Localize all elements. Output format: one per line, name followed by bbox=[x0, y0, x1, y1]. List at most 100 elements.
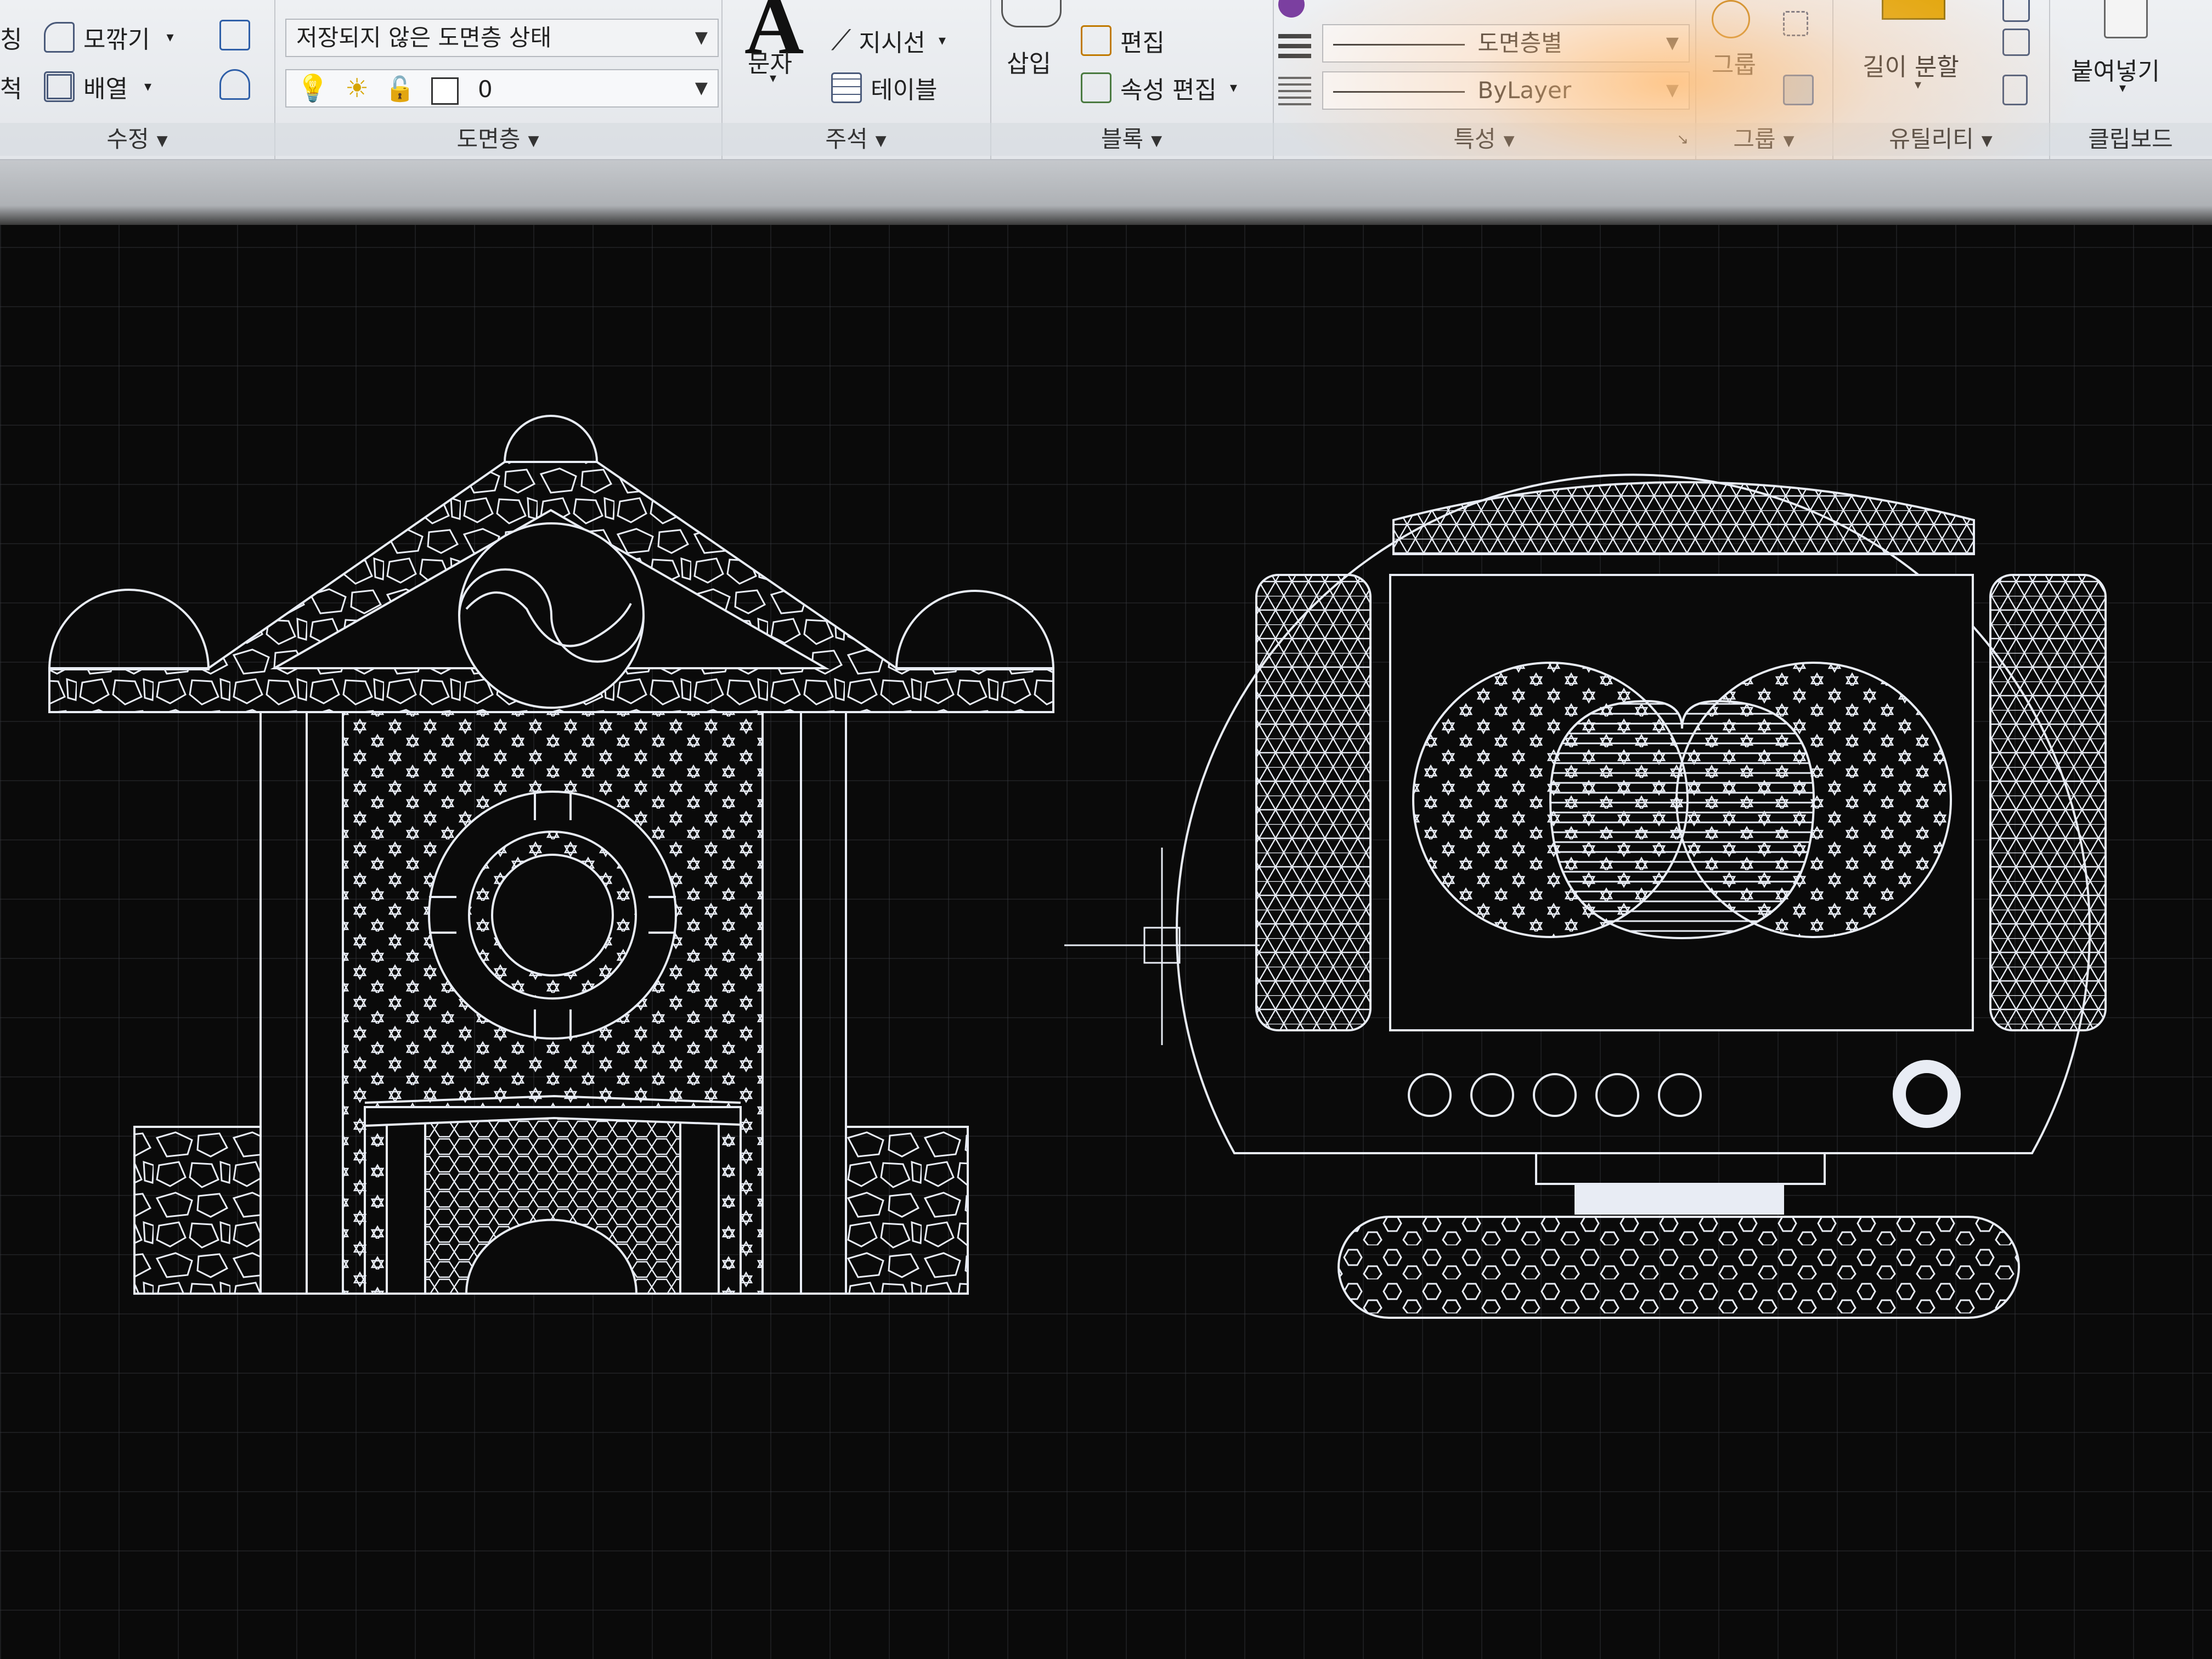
left-inner-column[interactable] bbox=[306, 711, 344, 1295]
panel-properties: 도면층별 ▼ ByLayer ▼ 특성 ▼ ↘ bbox=[1273, 0, 1696, 159]
tv-neck[interactable] bbox=[1535, 1152, 1826, 1185]
edit-attributes-button[interactable]: 속성 편집 ▾ bbox=[1081, 70, 1237, 105]
layer-match-icon bbox=[219, 69, 250, 100]
ungroup-icon bbox=[1783, 11, 1808, 36]
panel-groups-label[interactable]: 그룹 ▼ bbox=[1695, 123, 1832, 156]
window-inner-circle[interactable] bbox=[491, 854, 614, 977]
tv-stand-plate[interactable] bbox=[1575, 1184, 1784, 1215]
panel-layers: 저장되지 않은 도면층 상태 ▼ 💡 ☀ 🔓 0 ▼ 도면층 ▼ bbox=[274, 0, 723, 159]
panel-clipboard-label[interactable]: 클립보드 bbox=[2049, 123, 2212, 156]
table-icon bbox=[831, 72, 862, 103]
fillet-button[interactable]: 모깎기 ▾ bbox=[44, 20, 174, 55]
tv-button-1[interactable] bbox=[1408, 1073, 1452, 1117]
drawing-canvas[interactable] bbox=[0, 225, 2212, 1659]
panel-block-label[interactable]: 블록 ▼ bbox=[990, 123, 1273, 156]
tv-button-3[interactable] bbox=[1533, 1073, 1577, 1117]
table-button[interactable]: 테이블 bbox=[831, 70, 937, 105]
tv-left-speaker[interactable] bbox=[1255, 574, 1372, 1031]
tv-base[interactable] bbox=[1338, 1216, 2020, 1319]
calculator-button[interactable] bbox=[2002, 75, 2036, 105]
linetype-icon[interactable] bbox=[1278, 76, 1311, 105]
panel-annotation-label[interactable]: 주석 ▼ bbox=[721, 123, 990, 156]
tv-button-4[interactable] bbox=[1595, 1073, 1639, 1117]
chevron-down-icon: ▾ bbox=[938, 32, 946, 49]
ungroup-button[interactable] bbox=[1783, 11, 1817, 36]
chevron-down-icon: ▾ bbox=[166, 29, 174, 46]
edit-block-button[interactable]: 편집 bbox=[1081, 23, 1165, 58]
left-roof-dome[interactable] bbox=[48, 589, 210, 670]
linetype-dropdown[interactable]: ByLayer ▼ bbox=[1322, 71, 1690, 110]
tv-power-knob[interactable] bbox=[1893, 1060, 1961, 1128]
lightbulb-icon: 💡 bbox=[296, 73, 329, 104]
tv-right-speaker[interactable] bbox=[1989, 574, 2107, 1031]
chevron-down-icon: ▾ bbox=[144, 78, 152, 95]
panel-properties-label[interactable]: 특성 ▼ ↘ bbox=[1273, 123, 1695, 156]
left-outer-column[interactable] bbox=[259, 711, 308, 1295]
color-swatch-icon[interactable] bbox=[1278, 0, 1305, 18]
lineweight-icon[interactable] bbox=[1278, 29, 1311, 58]
layer-dropdown[interactable]: 💡 ☀ 🔓 0 ▼ bbox=[285, 69, 719, 108]
layer-properties-icon bbox=[219, 20, 250, 50]
id-point-button[interactable] bbox=[2002, 0, 2039, 22]
right-roof-dome[interactable] bbox=[895, 590, 1055, 670]
panel-layers-label[interactable]: 도면층 ▼ bbox=[274, 123, 721, 156]
door-right-star-strip[interactable] bbox=[718, 1107, 742, 1295]
tv-drawing[interactable] bbox=[1176, 473, 2107, 1319]
group-selection-button[interactable] bbox=[1783, 75, 1822, 105]
tv-top-grille[interactable] bbox=[1392, 481, 1975, 555]
chevron-down-icon: ▼ bbox=[1981, 132, 1993, 149]
array-button[interactable]: 배열 ▾ bbox=[44, 69, 151, 104]
drawing-area bbox=[48, 415, 2107, 1319]
linetype-value: ByLayer bbox=[1477, 77, 1572, 104]
color-value: 도면층별 bbox=[1477, 30, 1562, 57]
ribbon-bottom-edge bbox=[0, 160, 2212, 225]
calculator-icon bbox=[2002, 75, 2028, 105]
group-button[interactable]: 그룹 bbox=[1712, 45, 1756, 80]
insert-button[interactable]: 삽입 bbox=[1007, 44, 1051, 79]
door-left-star-strip[interactable] bbox=[364, 1107, 388, 1295]
ribbon: 칭 척 모깎기 ▾ 배열 ▾ 수정 ▼ 저장되지 않은 도면층 상태 ▼ 💡 ☀… bbox=[0, 0, 2212, 247]
chevron-down-icon: ▼ bbox=[1666, 81, 1679, 100]
crosshair-cursor-icon bbox=[1064, 848, 1260, 1045]
unlock-icon: 🔓 bbox=[385, 75, 415, 103]
layer-color-swatch bbox=[431, 77, 459, 105]
chevron-down-icon: ▼ bbox=[528, 132, 539, 149]
layer-properties-button[interactable] bbox=[219, 20, 259, 50]
right-stone-block[interactable] bbox=[845, 1126, 969, 1295]
panel-groups: 그룹 그룹 ▼ bbox=[1695, 0, 1833, 159]
fillet-icon bbox=[44, 22, 75, 53]
house-drawing[interactable] bbox=[48, 415, 1055, 1295]
stretch-cut-label[interactable]: 척 bbox=[0, 69, 22, 104]
panel-utilities-label[interactable]: 유틸리티 ▼ bbox=[1832, 123, 2049, 156]
panel-clipboard: 붙여넣기 ▾ 클립보드 bbox=[2049, 0, 2212, 159]
panel-modify-label[interactable]: 수정 ▼ bbox=[0, 123, 274, 156]
dialog-launcher-icon[interactable]: ↘ bbox=[1677, 123, 1689, 156]
id-point-icon bbox=[2002, 0, 2030, 22]
chevron-down-icon: ▼ bbox=[156, 132, 168, 149]
chevron-down-icon: ▼ bbox=[1151, 132, 1163, 149]
tv-button-5[interactable] bbox=[1658, 1073, 1702, 1117]
fillet-label: 모깎기 bbox=[83, 26, 150, 54]
left-stone-block[interactable] bbox=[133, 1126, 262, 1295]
chevron-down-icon: ▼ bbox=[875, 132, 887, 149]
quick-select-button[interactable] bbox=[2002, 29, 2039, 56]
measure-button[interactable]: 길이 분할 bbox=[1863, 47, 1959, 82]
layer-match-button[interactable] bbox=[219, 69, 259, 100]
color-dropdown[interactable]: 도면층별 ▼ bbox=[1322, 24, 1690, 63]
mirror-cut-label[interactable]: 칭 bbox=[0, 20, 22, 55]
paste-button[interactable]: 붙여넣기 bbox=[2071, 52, 2160, 87]
heart-hatch[interactable] bbox=[1549, 699, 1815, 940]
roof-top-dome[interactable] bbox=[503, 415, 599, 463]
panel-annotation: A 문자 ▾ ⟋ 지시선 ▾ 테이블 주석 ▼ bbox=[721, 0, 991, 159]
chevron-down-icon: ▼ bbox=[1503, 132, 1515, 149]
leader-button[interactable]: ⟋ 지시선 ▾ bbox=[831, 23, 946, 58]
right-outer-column[interactable] bbox=[800, 711, 847, 1295]
chevron-down-icon: ▼ bbox=[695, 78, 708, 98]
chevron-down-icon: ▾ bbox=[1915, 77, 1922, 92]
chevron-down-icon: ▼ bbox=[1783, 132, 1795, 149]
right-inner-column[interactable] bbox=[761, 711, 802, 1295]
layer-state-dropdown[interactable]: 저장되지 않은 도면층 상태 ▼ bbox=[285, 19, 719, 57]
tv-button-2[interactable] bbox=[1470, 1073, 1514, 1117]
leader-icon: ⟋ bbox=[831, 24, 851, 57]
chevron-down-icon: ▼ bbox=[695, 28, 708, 47]
